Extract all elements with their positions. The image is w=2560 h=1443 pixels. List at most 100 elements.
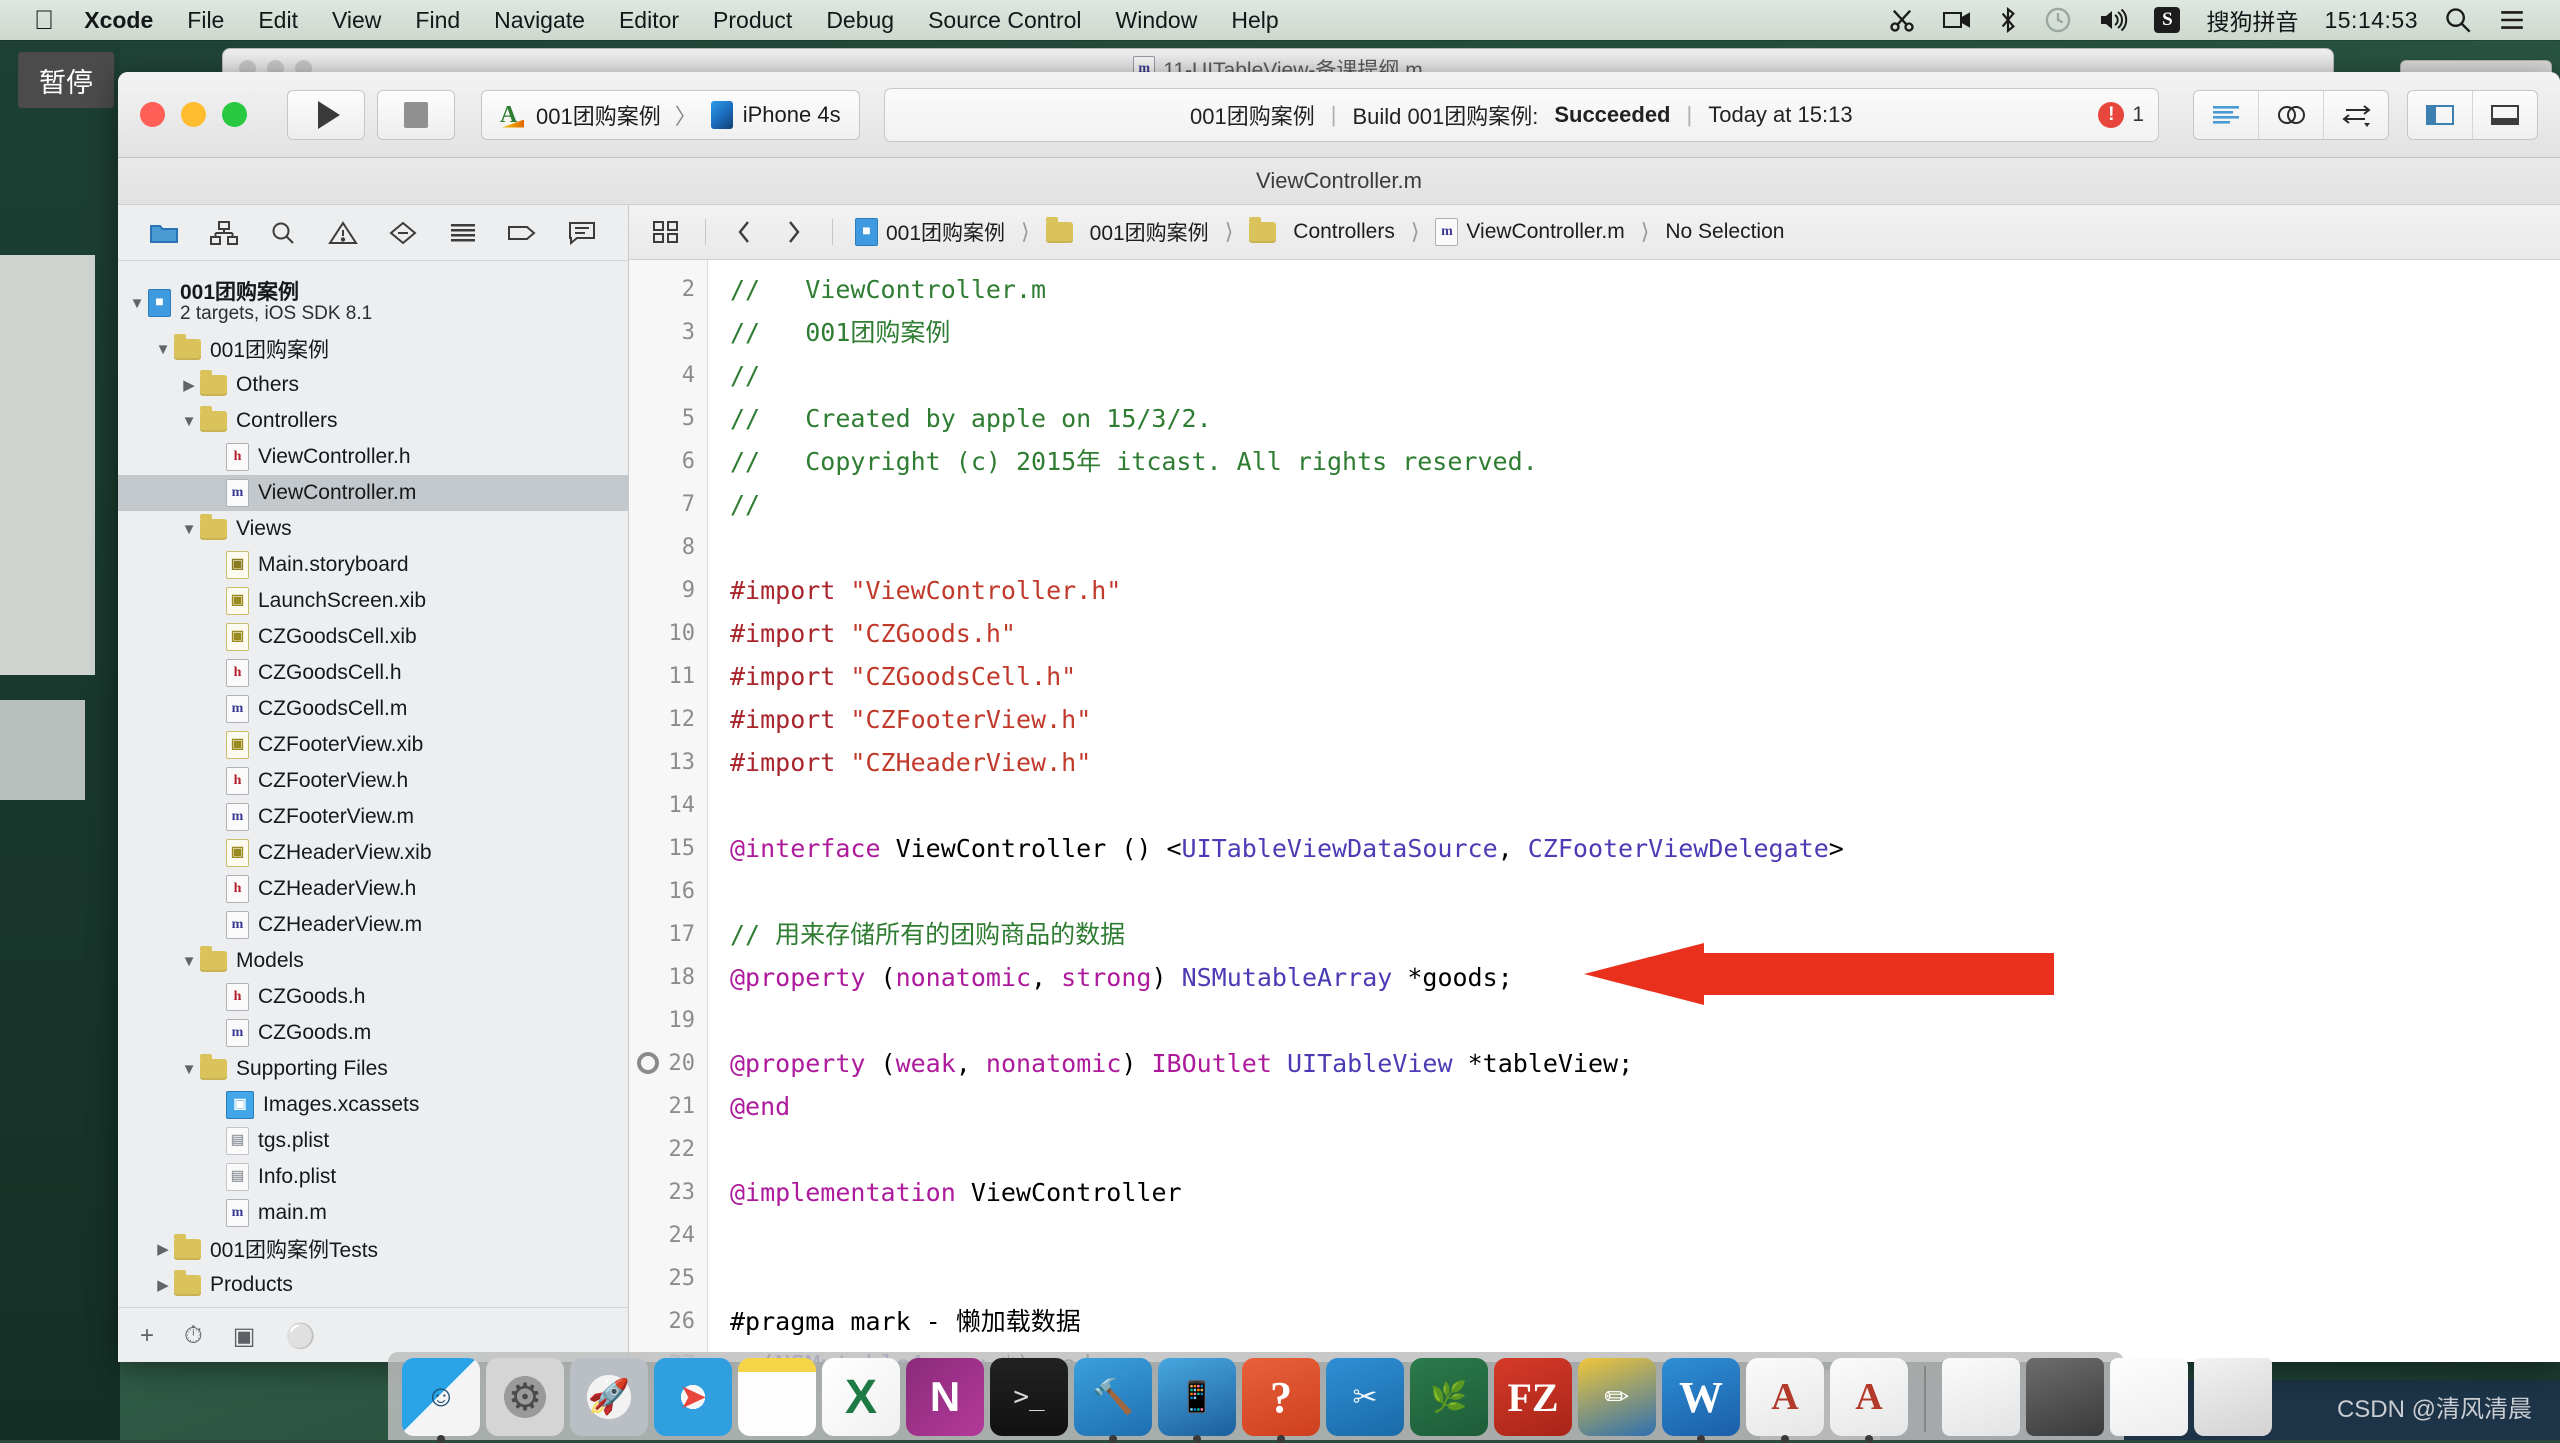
- disclosure-triangle-open[interactable]: ▼: [178, 953, 200, 970]
- toggle-navigator-icon[interactable]: [2408, 90, 2473, 139]
- menu-item-editor[interactable]: Editor: [619, 7, 679, 34]
- stop-button[interactable]: [377, 89, 455, 140]
- issue-navigator-icon[interactable]: [321, 215, 365, 251]
- breadcrumb-file[interactable]: m ViewController.m: [1435, 218, 1625, 246]
- navigator-row[interactable]: ▼mCZFooterView.m: [118, 799, 628, 835]
- line-number[interactable]: 24: [629, 1214, 707, 1257]
- code-line[interactable]: // 001团购案例: [730, 311, 2560, 354]
- toggle-utilities-icon[interactable]: [2473, 91, 2537, 139]
- breakpoint-marker[interactable]: [637, 1052, 659, 1074]
- menu-item-product[interactable]: Product: [713, 7, 792, 34]
- navigator-row[interactable]: ▶ 001团购案例Tests: [118, 1231, 628, 1267]
- editor-mode-segmented-control[interactable]: [2193, 89, 2389, 140]
- line-number[interactable]: 14: [629, 784, 707, 827]
- related-items-icon[interactable]: [649, 215, 683, 249]
- view-toggle-segmented-control[interactable]: [2407, 89, 2538, 140]
- window-traffic-lights[interactable]: [140, 102, 247, 127]
- code-line[interactable]: // ViewController.m: [730, 268, 2560, 311]
- code-line[interactable]: //: [730, 354, 2560, 397]
- line-number[interactable]: 2: [629, 268, 707, 311]
- source-code-text[interactable]: // ViewController.m // 001团购案例 // // Create…: [708, 260, 2560, 1362]
- menu-item-file[interactable]: File: [187, 7, 224, 34]
- menu-item-view[interactable]: View: [332, 7, 381, 34]
- menu-item-help[interactable]: Help: [1231, 7, 1278, 34]
- navigator-row[interactable]: ▼▣CZFooterView.xib: [118, 727, 628, 763]
- navigator-row[interactable]: ▼mCZHeaderView.m: [118, 907, 628, 943]
- recent-filter-button[interactable]: ⏱: [184, 1322, 203, 1350]
- launchpad-icon[interactable]: 🚀: [570, 1358, 648, 1436]
- notification-center-icon[interactable]: [2498, 7, 2526, 33]
- menu-item-find[interactable]: Find: [415, 7, 460, 34]
- navigator-row[interactable]: ▼ Views: [118, 511, 628, 547]
- navigator-row[interactable]: ▼▣CZHeaderView.xib: [118, 835, 628, 871]
- issue-indicator[interactable]: ! 1: [2098, 101, 2144, 128]
- line-number[interactable]: 25: [629, 1257, 707, 1300]
- disclosure-triangle-closed[interactable]: ▶: [152, 1240, 174, 1258]
- disclosure-triangle-closed[interactable]: ▶: [178, 376, 200, 394]
- breakpoint-navigator-icon[interactable]: [500, 215, 544, 251]
- assistant-editor-icon[interactable]: [2259, 90, 2324, 139]
- line-number[interactable]: 8: [629, 526, 707, 569]
- dash-icon[interactable]: ?: [1242, 1358, 1320, 1443]
- menu-item-xcode[interactable]: Xcode: [84, 7, 153, 34]
- breadcrumb-group-label[interactable]: 001团购案例: [1090, 217, 1209, 247]
- photoshop-icon[interactable]: 🌿: [1410, 1358, 1488, 1436]
- desktop-stack-icon[interactable]: [2110, 1358, 2188, 1436]
- breadcrumb-group[interactable]: 001团购案例: [1045, 216, 1209, 247]
- code-line[interactable]: #import "CZGoods.h": [730, 612, 2560, 655]
- snipaste-icon[interactable]: ✂: [1326, 1358, 1404, 1436]
- code-line[interactable]: // Copyright (c) 2015年 itcast. All right…: [730, 440, 2560, 483]
- navigator-row[interactable]: ▼hCZFooterView.h: [118, 763, 628, 799]
- appstore2-icon[interactable]: A: [1830, 1358, 1908, 1443]
- navigator-row[interactable]: ▼ Models: [118, 943, 628, 979]
- version-editor-icon[interactable]: [2324, 91, 2388, 139]
- navigator-row[interactable]: ▼▣LaunchScreen.xib: [118, 583, 628, 619]
- disclosure-triangle-open[interactable]: ▼: [178, 1061, 200, 1078]
- standard-editor-icon[interactable]: [2194, 90, 2259, 139]
- line-number[interactable]: 7: [629, 483, 707, 526]
- menu-bar-status-items[interactable]: S 搜狗拼音 15:14:53: [1888, 3, 2560, 37]
- code-line[interactable]: @interface ViewController () <UITableVie…: [730, 827, 2560, 870]
- code-line[interactable]: #import "CZHeaderView.h": [730, 741, 2560, 784]
- line-number[interactable]: 19: [629, 999, 707, 1042]
- jump-bar[interactable]: ■ 001团购案例 ⟩ 001团购案例 ⟩ Controllers ⟩ m Vi…: [629, 205, 2560, 260]
- line-number[interactable]: 18: [629, 956, 707, 999]
- code-line[interactable]: // 用来存储所有的团购商品的数据: [730, 913, 2560, 956]
- code-line[interactable]: @property (nonatomic, strong) NSMutableA…: [730, 956, 2560, 999]
- recording-pause-badge[interactable]: 暂停: [18, 52, 114, 108]
- line-number[interactable]: 17: [629, 913, 707, 956]
- navigator-row[interactable]: ▼mCZGoods.m: [118, 1015, 628, 1051]
- disclosure-triangle-open[interactable]: ▼: [178, 413, 200, 430]
- code-line[interactable]: [730, 999, 2560, 1042]
- navigator-row[interactable]: ▼▣CZGoodsCell.xib: [118, 619, 628, 655]
- line-number[interactable]: 23: [629, 1171, 707, 1214]
- menu-item-edit[interactable]: Edit: [258, 7, 298, 34]
- line-number[interactable]: 10: [629, 612, 707, 655]
- code-area[interactable]: 2 3 4 5 6 7 8 9 10 11 12 13 14 15 16 17 18 19 20 21 22 23 24 25…: [629, 260, 2560, 1362]
- dock[interactable]: ☺ ⚙ 🚀 ➤ X N >_ 🔨 📱? ✂ 🌿 FZ ✏ W A A: [388, 1352, 2272, 1443]
- navigator-tab-bar[interactable]: [118, 205, 628, 261]
- line-number[interactable]: 26: [629, 1300, 707, 1343]
- line-number[interactable]: 21: [629, 1085, 707, 1128]
- navigator-row[interactable]: ▼ Supporting Files: [118, 1051, 628, 1087]
- symbol-navigator-icon[interactable]: [202, 215, 246, 251]
- notes-icon[interactable]: [738, 1358, 816, 1436]
- line-number[interactable]: 4: [629, 354, 707, 397]
- safari-icon[interactable]: ➤: [654, 1358, 732, 1436]
- navigator-row[interactable]: ▼ Controllers: [118, 403, 628, 439]
- code-line[interactable]: // Created by apple on 15/3/2.: [730, 397, 2560, 440]
- scissors-icon[interactable]: [1888, 6, 1916, 34]
- disclosure-triangle-open[interactable]: ▼: [126, 295, 148, 312]
- code-line[interactable]: #import "CZFooterView.h": [730, 698, 2560, 741]
- navigator-row[interactable]: ▼hCZGoods.h: [118, 979, 628, 1015]
- disclosure-triangle-open[interactable]: ▼: [152, 341, 174, 358]
- minimize-button[interactable]: [181, 102, 206, 127]
- search-icon[interactable]: [2444, 6, 2472, 34]
- disclosure-triangle-closed[interactable]: ▶: [152, 1276, 174, 1294]
- line-number[interactable]: 5: [629, 397, 707, 440]
- screen-record-icon[interactable]: [1942, 8, 1972, 32]
- code-line[interactable]: [730, 1128, 2560, 1171]
- navigator-row[interactable]: ▼ ■ 001团购案例 2 targets, iOS SDK 8.1: [118, 275, 628, 331]
- code-line[interactable]: [730, 526, 2560, 569]
- disclosure-triangle-open[interactable]: ▼: [178, 521, 200, 538]
